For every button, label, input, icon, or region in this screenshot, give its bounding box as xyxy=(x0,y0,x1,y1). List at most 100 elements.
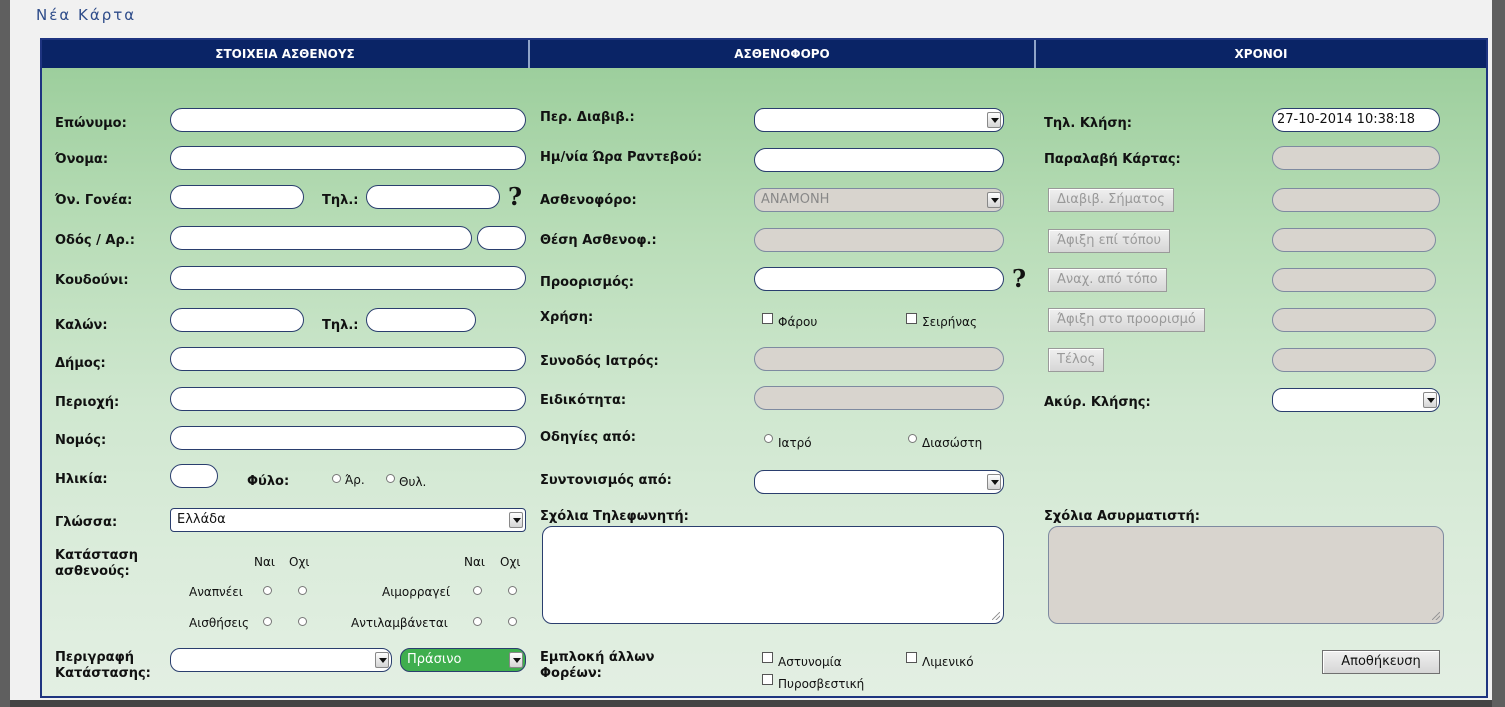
other-agencies-label-line2: Φορέων: xyxy=(540,666,602,681)
doorbell-input[interactable] xyxy=(170,266,526,290)
radio-notes-textarea[interactable] xyxy=(1048,526,1444,624)
parent-name-label: Όν. Γονέα: xyxy=(55,193,133,208)
arrival-destination-button[interactable]: Άφιξη στο προορισμό xyxy=(1048,308,1205,332)
phone-label: Τηλ.: xyxy=(322,193,359,208)
position-input[interactable] xyxy=(754,228,1004,252)
status-label-line2: ασθενούς: xyxy=(55,564,130,579)
end-time xyxy=(1272,348,1436,372)
street-number-input[interactable] xyxy=(477,226,526,250)
call-time-input[interactable]: 27-10-2014 10:38:18 xyxy=(1272,108,1440,132)
doctor-input[interactable] xyxy=(754,347,1004,371)
status-label-line1: Κατάσταση xyxy=(55,548,138,563)
doctor-label: Συνοδός Ιατρός: xyxy=(540,354,659,369)
chevron-down-icon xyxy=(1423,392,1437,408)
surname-input[interactable] xyxy=(170,108,526,132)
bleeds-yes-radio[interactable] xyxy=(473,586,482,595)
transmit-signal-button[interactable]: Διαβιβ. Σήματος xyxy=(1048,188,1174,212)
beacon-checkbox[interactable] xyxy=(762,313,773,324)
sex-female-label: Θυλ. xyxy=(399,475,427,489)
siren-checkbox[interactable] xyxy=(906,313,917,324)
breathes-label: Αναπνέει xyxy=(189,585,243,599)
breathes-yes-radio[interactable] xyxy=(263,586,272,595)
street-input[interactable] xyxy=(170,226,472,250)
coordination-label: Συντονισμός από: xyxy=(540,473,672,488)
sex-male-radio[interactable] xyxy=(332,474,341,483)
instructions-doctor-radio[interactable] xyxy=(764,434,773,443)
police-label: Αστυνομία xyxy=(778,655,842,669)
prefecture-label: Νομός: xyxy=(55,433,107,448)
caller-phone-input[interactable] xyxy=(366,308,476,332)
destination-input[interactable] xyxy=(754,267,1004,291)
resize-grip-icon[interactable] xyxy=(1432,612,1440,620)
language-select[interactable]: Ελλάδα xyxy=(170,508,526,532)
coast-guard-label: Λιμενικό xyxy=(922,655,974,669)
phone-help-icon[interactable]: ? xyxy=(508,182,522,211)
status-no-header: Οχι xyxy=(289,555,310,569)
arrival-on-site-button[interactable]: Άφιξη επί τόπου xyxy=(1048,229,1171,253)
siren-label: Σειρήνας xyxy=(922,315,978,329)
card-received-input[interactable] xyxy=(1272,146,1440,170)
chevron-down-icon xyxy=(509,652,523,668)
area-label: Περιοχή: xyxy=(55,395,120,410)
window-bottom-edge xyxy=(10,700,1492,707)
transport-label: Περ. Διαβιβ.: xyxy=(540,110,635,125)
transmit-signal-time xyxy=(1272,188,1440,212)
resize-grip-icon[interactable] xyxy=(992,612,1000,620)
sex-female-radio[interactable] xyxy=(386,474,395,483)
name-input[interactable] xyxy=(170,146,526,170)
area-input[interactable] xyxy=(170,387,526,411)
status-no-header: Οχι xyxy=(500,555,521,569)
street-label: Οδός / Αρ.: xyxy=(55,233,135,248)
cancel-call-select[interactable] xyxy=(1272,388,1440,412)
senses-label: Αισθήσεις xyxy=(189,616,250,630)
ambulance-select[interactable]: ΑΝΑΜΟΝΗ xyxy=(754,188,1004,212)
operator-notes-textarea[interactable] xyxy=(542,526,1004,624)
destination-help-icon[interactable]: ? xyxy=(1012,264,1026,293)
chevron-down-icon xyxy=(987,192,1001,208)
age-input[interactable] xyxy=(170,464,218,488)
parent-name-input[interactable] xyxy=(170,185,304,209)
fire-checkbox[interactable] xyxy=(762,674,773,685)
caller-phone-label: Τηλ.: xyxy=(322,318,359,333)
position-label: Θέση Ασθενοφ.: xyxy=(540,233,657,248)
municipality-input[interactable] xyxy=(170,347,526,371)
priority-select[interactable]: Πράσινο xyxy=(400,648,526,672)
phone-input[interactable] xyxy=(366,185,500,209)
page: Νέα Κάρτα ΣΤΟΙΧΕΙΑ ΑΣΘΕΝΟΥΣ ΑΣΘΕΝΟΦΟΡΟ Χ… xyxy=(10,0,1492,707)
instructions-rescuer-radio[interactable] xyxy=(908,434,917,443)
specialty-input[interactable] xyxy=(754,386,1004,410)
destination-label: Προορισμός: xyxy=(540,275,634,290)
appointment-input[interactable] xyxy=(754,148,1004,172)
end-button[interactable]: Τέλος xyxy=(1048,348,1105,372)
sex-label: Φύλο: xyxy=(247,474,290,489)
caller-input[interactable] xyxy=(170,308,304,332)
cancel-call-label: Ακύρ. Κλήσης: xyxy=(1044,395,1151,410)
use-label: Χρήση: xyxy=(540,310,594,325)
description-select[interactable] xyxy=(170,648,392,672)
call-time-label: Τηλ. Κλήση: xyxy=(1044,116,1132,131)
ambulance-label: Ασθενοφόρο: xyxy=(540,193,637,208)
arrival-on-site-time xyxy=(1272,228,1436,252)
chevron-down-icon xyxy=(987,474,1001,490)
prefecture-input[interactable] xyxy=(170,426,526,450)
section-header: ΣΤΟΙΧΕΙΑ ΑΣΘΕΝΟΥΣ ΑΣΘΕΝΟΦΟΡΟ ΧΡΟΝΟΙ xyxy=(42,40,1486,68)
save-button[interactable]: Αποθήκευση xyxy=(1322,650,1440,674)
bleeds-label: Αιμορραγεί xyxy=(382,585,451,599)
breathes-no-radio[interactable] xyxy=(298,586,307,595)
senses-no-radio[interactable] xyxy=(298,617,307,626)
police-checkbox[interactable] xyxy=(762,652,773,663)
coast-guard-checkbox[interactable] xyxy=(906,652,917,663)
coordination-select[interactable] xyxy=(754,470,1004,494)
departure-button[interactable]: Αναχ. από τόπο xyxy=(1048,268,1167,292)
ambulance-select-value: ΑΝΑΜΟΝΗ xyxy=(761,192,830,207)
transport-select[interactable] xyxy=(754,108,1004,132)
status-yes-header: Ναι xyxy=(464,555,485,569)
perceives-no-radio[interactable] xyxy=(508,617,517,626)
senses-yes-radio[interactable] xyxy=(263,617,272,626)
bleeds-no-radio[interactable] xyxy=(508,586,517,595)
instructions-rescuer-label: Διασώστη xyxy=(922,436,983,450)
perceives-yes-radio[interactable] xyxy=(473,617,482,626)
doorbell-label: Κουδούνι: xyxy=(55,273,129,288)
chevron-down-icon xyxy=(987,112,1001,128)
status-yes-header: Ναι xyxy=(254,555,275,569)
